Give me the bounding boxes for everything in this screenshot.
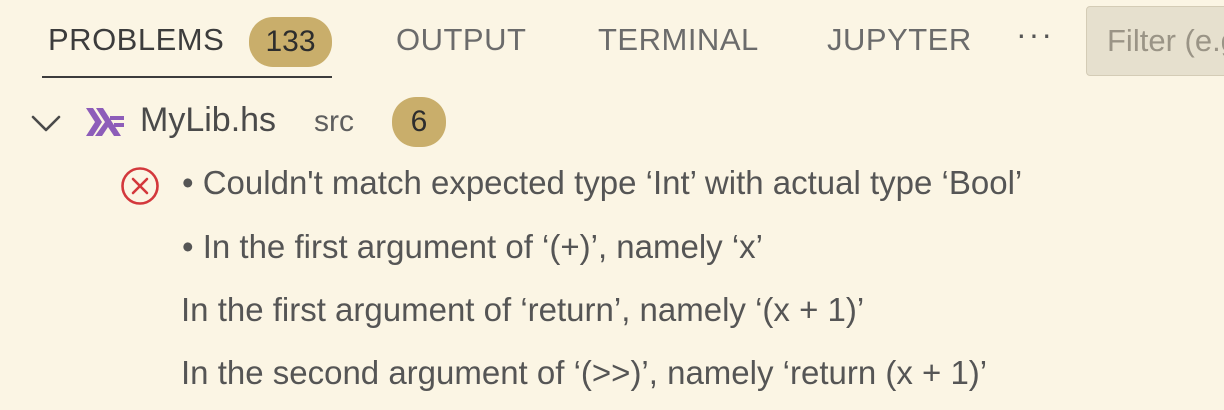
haskell-icon bbox=[86, 108, 124, 136]
more-actions-icon[interactable]: ··· bbox=[1016, 16, 1054, 53]
filter-input[interactable] bbox=[1086, 6, 1224, 76]
problem-message-line: In the first argument of ‘return’, namel… bbox=[181, 291, 865, 328]
problems-count-badge: 133 bbox=[249, 17, 332, 67]
tab-problems[interactable]: PROBLEMS bbox=[48, 22, 224, 58]
panel-tab-bar: PROBLEMS 133 OUTPUT TERMINAL JUPYTER ··· bbox=[0, 0, 1224, 86]
problem-message-line: • Couldn't match expected type ‘Int’ wit… bbox=[182, 164, 1023, 201]
chevron-down-icon[interactable] bbox=[30, 108, 62, 138]
file-name: MyLib.hs bbox=[140, 101, 277, 139]
file-group-row[interactable]: MyLib.hs src 6 bbox=[0, 96, 1224, 152]
error-icon bbox=[121, 167, 159, 205]
tab-terminal[interactable]: TERMINAL bbox=[598, 22, 759, 58]
file-folder: src bbox=[314, 105, 354, 138]
tab-output[interactable]: OUTPUT bbox=[396, 22, 526, 58]
active-tab-indicator bbox=[42, 76, 332, 78]
problem-message-line: • In the first argument of ‘(+)’, namely… bbox=[182, 228, 764, 265]
problem-message-line: In the second argument of ‘(>>)’, namely… bbox=[181, 354, 988, 391]
tab-jupyter[interactable]: JUPYTER bbox=[827, 22, 972, 58]
file-problem-count-badge: 6 bbox=[392, 97, 446, 147]
